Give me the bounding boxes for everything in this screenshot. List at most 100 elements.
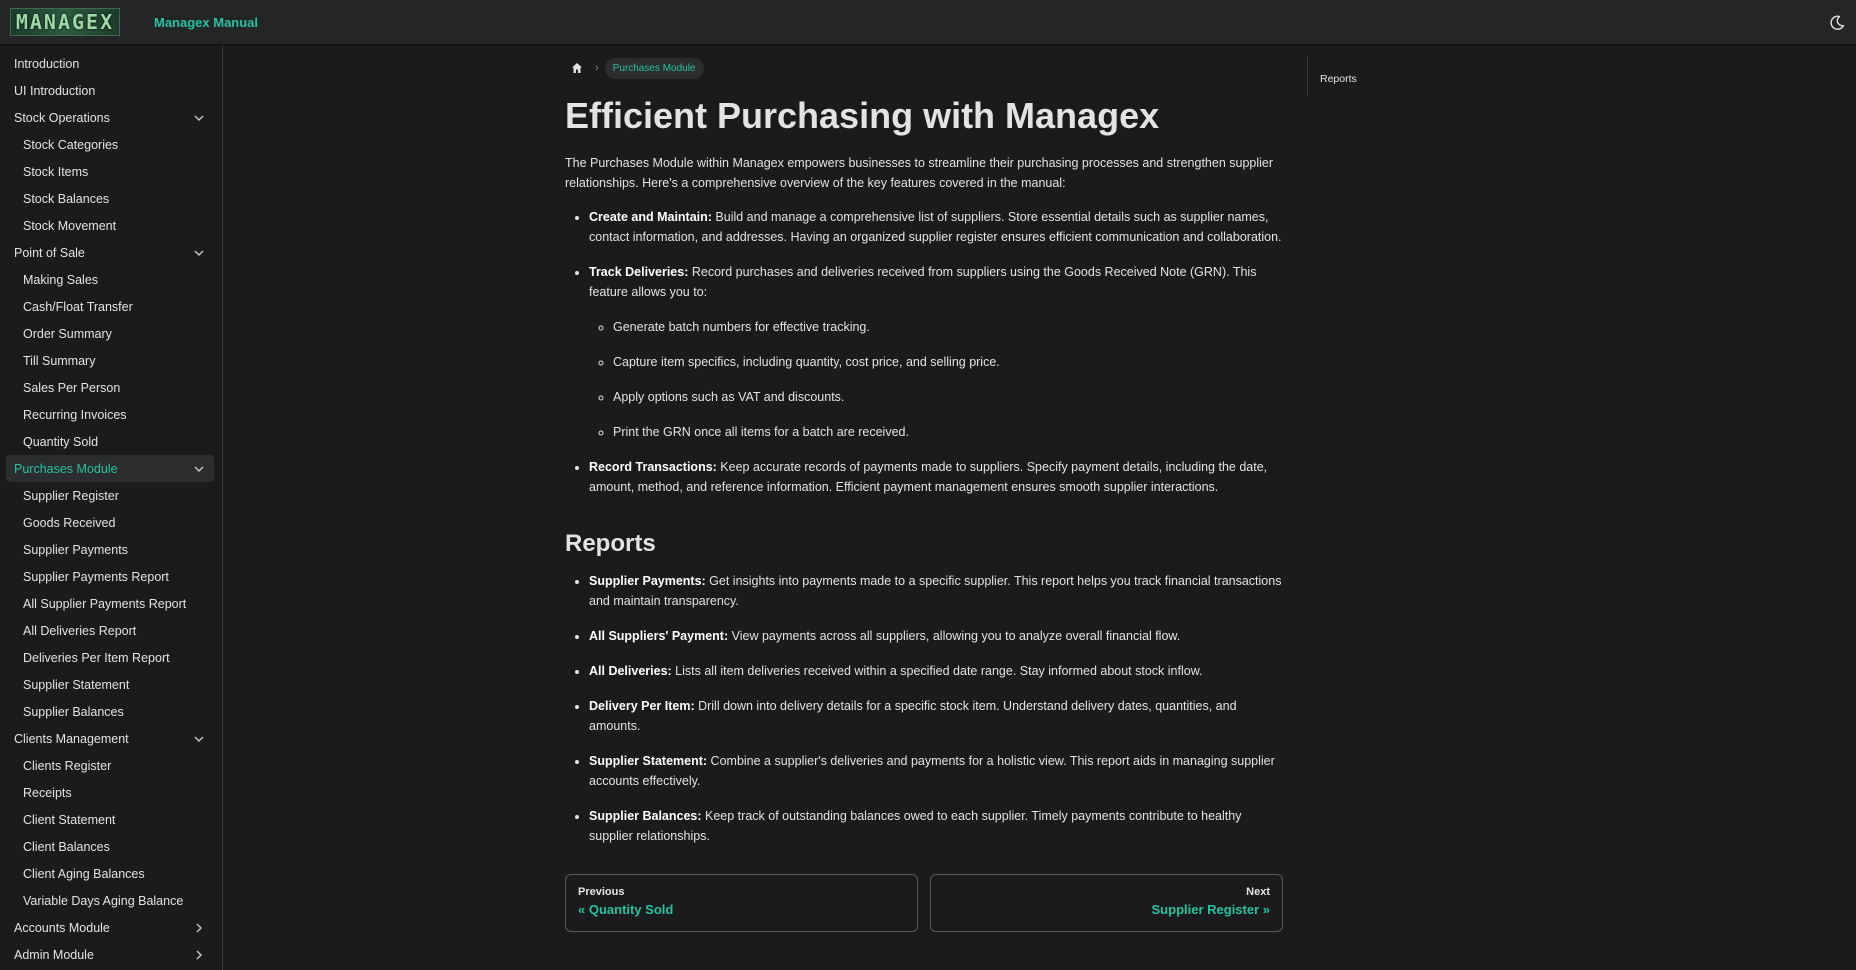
next-page-link[interactable]: Next Supplier Register »	[930, 874, 1283, 932]
sidebar-item-label: Point of Sale	[14, 245, 85, 260]
sidebar-item-sales-per-person[interactable]: Sales Per Person	[6, 374, 214, 401]
sidebar-item-all-deliveries-report[interactable]: All Deliveries Report	[6, 617, 214, 644]
sidebar-item-goods-received[interactable]: Goods Received	[6, 509, 214, 536]
site-title-link[interactable]: Managex Manual	[154, 15, 258, 30]
list-item: Supplier Statement: Combine a supplier's…	[589, 751, 1283, 791]
chevron-down-icon[interactable]	[192, 462, 206, 476]
sidebar-item-client-balances[interactable]: Client Balances	[6, 833, 214, 860]
sidebar-item-label: Accounts Module	[14, 920, 110, 935]
theme-toggle-button[interactable]	[1826, 12, 1848, 34]
sidebar-item-label: Supplier Balances	[23, 704, 124, 719]
list-item: Delivery Per Item: Drill down into deliv…	[589, 696, 1283, 736]
features-list: Create and Maintain: Build and manage a …	[565, 207, 1283, 497]
sidebar-item-label: Clients Register	[23, 758, 112, 773]
sidebar-item-till-summary[interactable]: Till Summary	[6, 347, 214, 374]
feature-text: Record purchases and deliveries received…	[589, 265, 1257, 300]
sidebar-item-supplier-register[interactable]: Supplier Register	[6, 482, 214, 509]
list-item: Supplier Balances: Keep track of outstan…	[589, 806, 1283, 846]
sidebar-item-label: Deliveries Per Item Report	[23, 650, 170, 665]
toc-link-reports[interactable]: Reports	[1320, 73, 1357, 85]
sidebar-item-client-aging-balances[interactable]: Client Aging Balances	[6, 860, 214, 887]
chevron-down-icon[interactable]	[192, 732, 206, 746]
breadcrumb-home-link[interactable]	[565, 56, 589, 80]
report-term: Supplier Payments:	[589, 573, 706, 588]
previous-label: « Quantity Sold	[578, 902, 674, 917]
next-label: Supplier Register »	[1151, 902, 1270, 917]
chevron-right-icon[interactable]	[192, 921, 206, 935]
list-item: Apply options such as VAT and discounts.	[613, 387, 1283, 407]
chevron-down-icon[interactable]	[192, 246, 206, 260]
sidebar-item-label: Quantity Sold	[23, 434, 99, 449]
sidebar-item-quantity-sold[interactable]: Quantity Sold	[6, 428, 214, 455]
sidebar-item-ui-introduction[interactable]: UI Introduction	[6, 77, 214, 104]
breadcrumb-current: Purchases Module	[604, 57, 704, 79]
sidebar-item-supplier-balances[interactable]: Supplier Balances	[6, 698, 214, 725]
sidebar-item-deliveries-per-item-report[interactable]: Deliveries Per Item Report	[6, 644, 214, 671]
sidebar-item-client-statement[interactable]: Client Statement	[6, 806, 214, 833]
sidebar-item-introduction[interactable]: Introduction	[6, 50, 214, 77]
sidebar-item-label: All Deliveries Report	[23, 623, 137, 638]
sidebar-item-clients-management[interactable]: Clients Management	[6, 725, 214, 752]
sidebar-item-making-sales[interactable]: Making Sales	[6, 266, 214, 293]
list-item: All Deliveries: Lists all item deliverie…	[589, 661, 1283, 681]
sidebar-item-supplier-payments[interactable]: Supplier Payments	[6, 536, 214, 563]
sidebar-item-stock-items[interactable]: Stock Items	[6, 158, 214, 185]
list-item: All Suppliers' Payment: View payments ac…	[589, 626, 1283, 646]
list-item: Print the GRN once all items for a batch…	[613, 422, 1283, 442]
list-item: Generate batch numbers for effective tra…	[613, 317, 1283, 337]
sidebar-item-point-of-sale[interactable]: Point of Sale	[6, 239, 214, 266]
sidebar-item-purchases-module[interactable]: Purchases Module	[6, 455, 214, 482]
sidebar-item-label: Supplier Payments	[23, 542, 128, 557]
list-item: Supplier Payments: Get insights into pay…	[589, 571, 1283, 611]
sidebar-item-label: UI Introduction	[14, 83, 96, 98]
sidebar-item-label: Receipts	[23, 785, 72, 800]
moon-icon	[1830, 15, 1845, 30]
sidebar-item-receipts[interactable]: Receipts	[6, 779, 214, 806]
chevron-down-icon[interactable]	[192, 111, 206, 125]
sidebar-item-admin-module[interactable]: Admin Module	[6, 941, 214, 968]
previous-sublabel: Previous	[578, 886, 625, 898]
sidebar-item-label: Stock Items	[23, 164, 89, 179]
main-content: › Purchases Module Efficient Purchasing …	[565, 56, 1283, 861]
list-item: Capture item specifics, including quanti…	[613, 352, 1283, 372]
managex-logo[interactable]: MANAGEX	[10, 8, 120, 36]
sidebar-item-variable-days-aging-balance[interactable]: Variable Days Aging Balance	[6, 887, 214, 914]
sidebar-item-all-supplier-payments-report[interactable]: All Supplier Payments Report	[6, 590, 214, 617]
report-text: View payments across all suppliers, allo…	[728, 628, 1181, 643]
sidebar-item-label: Supplier Payments Report	[23, 569, 169, 584]
sidebar-item-clients-register[interactable]: Clients Register	[6, 752, 214, 779]
report-term: All Suppliers' Payment:	[589, 628, 729, 643]
sidebar-item-label: Client Balances	[23, 839, 110, 854]
home-icon	[572, 63, 582, 73]
sidebar-item-cash-float-transfer[interactable]: Cash/Float Transfer	[6, 293, 214, 320]
next-sublabel: Next	[1246, 886, 1270, 898]
sidebar-item-stock-categories[interactable]: Stock Categories	[6, 131, 214, 158]
intro-paragraph: The Purchases Module within Managex empo…	[565, 156, 1274, 191]
table-of-contents: Reports	[1307, 56, 1357, 96]
sidebar-item-label: Stock Balances	[23, 191, 110, 206]
sidebar-item-stock-balances[interactable]: Stock Balances	[6, 185, 214, 212]
list-item: Record Transactions: Keep accurate recor…	[589, 457, 1283, 497]
deliveries-sublist: Generate batch numbers for effective tra…	[589, 317, 1283, 442]
sidebar-item-stock-movement[interactable]: Stock Movement	[6, 212, 214, 239]
page-title: Efficient Purchasing with Managex	[565, 95, 1160, 136]
sidebar-item-accounts-module[interactable]: Accounts Module	[6, 914, 214, 941]
report-term: Supplier Statement:	[589, 753, 708, 768]
sidebar-item-recurring-invoices[interactable]: Recurring Invoices	[6, 401, 214, 428]
sidebar-item-supplier-payments-report[interactable]: Supplier Payments Report	[6, 563, 214, 590]
list-item: Track Deliveries: Record purchases and d…	[589, 262, 1283, 442]
breadcrumb: › Purchases Module	[565, 56, 1283, 80]
sidebar-item-order-summary[interactable]: Order Summary	[6, 320, 214, 347]
sidebar-item-label: Purchases Module	[14, 461, 118, 476]
sidebar-item-supplier-statement[interactable]: Supplier Statement	[6, 671, 214, 698]
sidebar-item-label: Client Aging Balances	[23, 866, 145, 881]
previous-page-link[interactable]: Previous « Quantity Sold	[565, 874, 918, 932]
report-term: Delivery Per Item:	[589, 698, 695, 713]
sidebar-item-label: Sales Per Person	[23, 380, 121, 395]
top-navbar: MANAGEX Managex Manual	[0, 0, 1856, 44]
chevron-right-icon[interactable]	[192, 948, 206, 962]
sidebar-item-stock-operations[interactable]: Stock Operations	[6, 104, 214, 131]
feature-term: Create and Maintain:	[589, 210, 712, 225]
logo-text: MANAGEX	[15, 10, 115, 34]
breadcrumb-separator: ›	[595, 62, 599, 74]
